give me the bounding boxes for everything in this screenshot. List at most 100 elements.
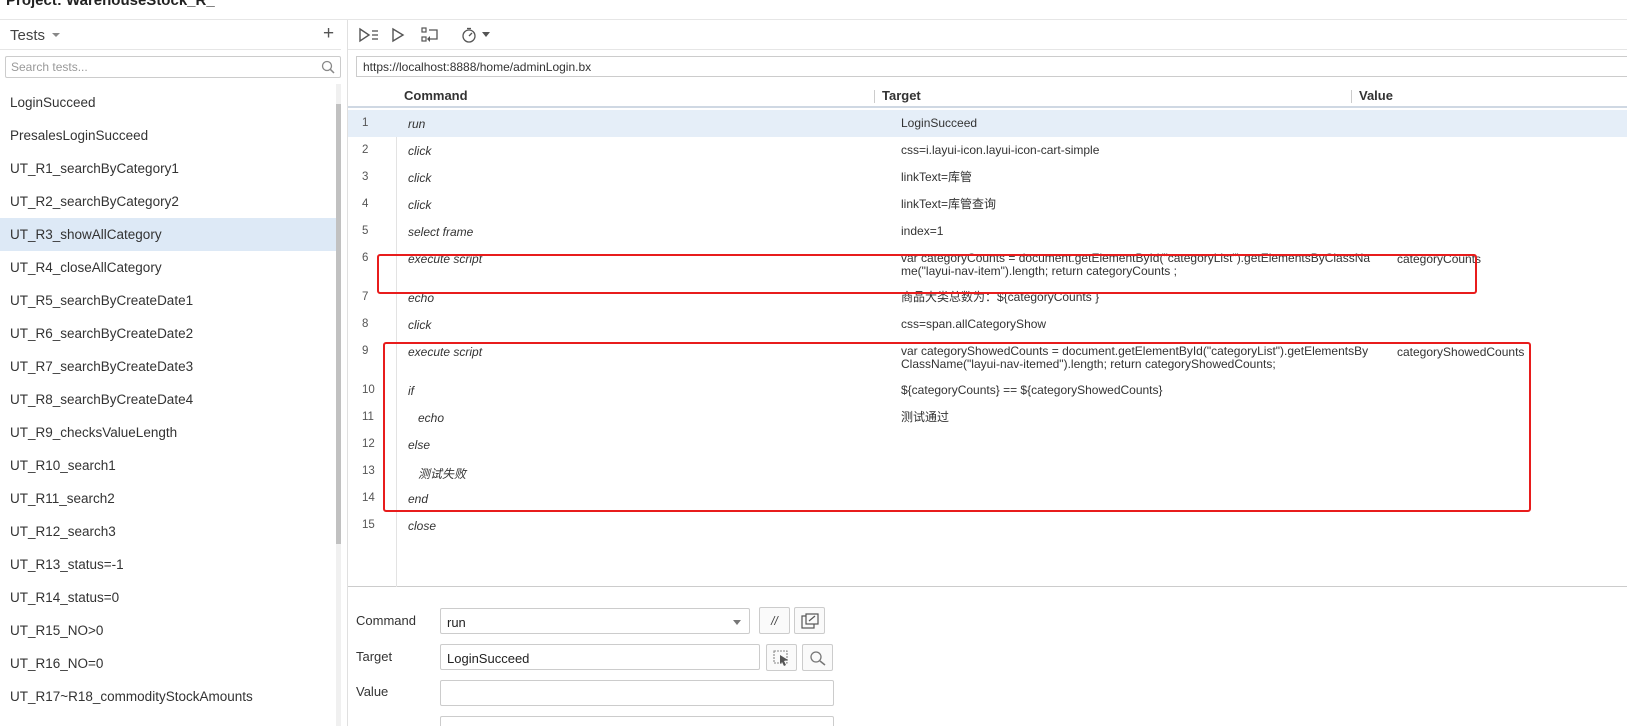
test-list-item[interactable]: LoginSucceed: [0, 86, 336, 119]
base-url-field[interactable]: https://localhost:8888/home/adminLogin.b…: [356, 56, 1627, 77]
run-current-test-icon[interactable]: [388, 26, 410, 44]
search-icon[interactable]: [321, 60, 335, 74]
test-list-item[interactable]: UT_R3_showAllCategory: [0, 218, 336, 251]
row-target: LoginSucceed: [901, 116, 978, 130]
plus-icon[interactable]: +: [323, 23, 334, 45]
table-row[interactable]: 3 click linkText=库管: [348, 164, 1627, 191]
tests-dropdown-label[interactable]: Tests: [10, 27, 45, 44]
main-panel: https://localhost:8888/home/adminLogin.b…: [347, 20, 1627, 726]
sidebar-scrollbar[interactable]: [336, 84, 341, 726]
search-input[interactable]: [6, 57, 296, 77]
test-list-item[interactable]: UT_R7_searchByCreateDate3: [0, 350, 336, 383]
sidebar-header: Tests +: [0, 20, 341, 50]
row-target: linkText=库管查询: [901, 197, 997, 211]
test-list-item[interactable]: UT_R4_closeAllCategory: [0, 251, 336, 284]
command-rows: 1 run LoginSucceed 2 click css=i.layui-icon.l…: [348, 110, 1627, 539]
test-list-item[interactable]: UT_R12_search3: [0, 515, 336, 548]
test-list-item[interactable]: UT_R13_status=-1: [0, 548, 336, 581]
row-number: 13: [362, 465, 375, 477]
target-input-value: LoginSucceed: [447, 651, 530, 666]
row-target: var categoryCounts = document.getElement…: [901, 251, 1371, 278]
command-label: Command: [356, 613, 416, 628]
test-list-item[interactable]: UT_R2_searchByCategory2: [0, 185, 336, 218]
row-target: var categoryShowedCounts = document.getE…: [901, 344, 1369, 371]
chevron-down-icon[interactable]: [733, 620, 741, 625]
table-row[interactable]: 1 run LoginSucceed: [348, 110, 1627, 137]
test-list-item[interactable]: UT_R16_NO=0: [0, 647, 336, 680]
row-command: click: [408, 171, 432, 185]
table-row[interactable]: 11 echo 测试通过: [348, 404, 1627, 431]
value-input[interactable]: [440, 680, 834, 706]
table-row[interactable]: 6 execute script var categoryCounts = docu…: [348, 245, 1627, 284]
run-all-tests-icon[interactable]: [358, 26, 380, 44]
row-number: 6: [362, 252, 369, 264]
column-divider[interactable]: [874, 90, 875, 103]
test-list-item[interactable]: UT_R6_searchByCreateDate2: [0, 317, 336, 350]
test-list-item[interactable]: UT_R11_search2: [0, 482, 336, 515]
find-target-button[interactable]: [802, 644, 833, 671]
test-list-item[interactable]: PresalesLoginSucceed: [0, 119, 336, 152]
search-icon: [810, 651, 826, 666]
column-header-value: Value: [1359, 88, 1393, 103]
row-command: echo: [418, 411, 445, 425]
row-command: click: [408, 198, 432, 212]
column-divider[interactable]: [1351, 90, 1352, 103]
base-url-text: https://localhost:8888/home/adminLogin.b…: [363, 60, 592, 74]
row-value: categoryCounts: [1397, 252, 1482, 266]
table-row[interactable]: 5 select frame index=1: [348, 218, 1627, 245]
row-number: 4: [362, 198, 369, 210]
speed-timer-icon[interactable]: [460, 26, 494, 44]
row-command: click: [408, 318, 432, 332]
table-row[interactable]: 15 close: [348, 512, 1627, 539]
step-over-icon[interactable]: [420, 26, 442, 44]
external-link-icon: [801, 613, 819, 629]
row-number: 2: [362, 144, 369, 156]
row-number: 1: [362, 117, 369, 129]
description-input[interactable]: [440, 716, 834, 726]
command-select[interactable]: run: [440, 608, 750, 634]
test-list-item[interactable]: UT_R8_searchByCreateDate4: [0, 383, 336, 416]
test-list-item[interactable]: UT_R5_searchByCreateDate1: [0, 284, 336, 317]
table-row[interactable]: 8 click css=span.allCategoryShow: [348, 311, 1627, 338]
comment-toggle-button[interactable]: //: [759, 607, 790, 634]
row-number: 8: [362, 318, 369, 330]
row-target: 测试通过: [901, 410, 950, 424]
row-number: 15: [362, 519, 375, 531]
table-row[interactable]: 12 else: [348, 431, 1627, 458]
target-input[interactable]: LoginSucceed: [440, 644, 760, 670]
chevron-down-icon[interactable]: [52, 33, 60, 37]
test-list-item[interactable]: UT_R9_checksValueLength: [0, 416, 336, 449]
row-number: 14: [362, 492, 375, 504]
value-label: Value: [356, 684, 389, 699]
row-command: execute script: [408, 252, 483, 266]
row-number: 12: [362, 438, 375, 450]
comment-label: //: [771, 614, 778, 628]
row-number: 3: [362, 171, 369, 183]
row-number: 10: [362, 384, 375, 396]
test-list-item[interactable]: UT_R14_status=0: [0, 581, 336, 614]
row-command: end: [408, 492, 429, 506]
select-target-button[interactable]: [766, 644, 797, 671]
test-list-item[interactable]: UT_R17~R18_commodityStockAmounts: [0, 680, 336, 713]
row-command: 测试失败: [418, 467, 467, 481]
test-list-item[interactable]: UT_R10_search1: [0, 449, 336, 482]
row-command: close: [408, 519, 437, 533]
row-command: else: [408, 438, 431, 452]
table-row[interactable]: 14 end: [348, 485, 1627, 512]
column-header-target: Target: [882, 88, 921, 103]
search-tests-box: [5, 56, 341, 78]
test-list-item[interactable]: UT_R15_NO>0: [0, 614, 336, 647]
scrollbar-thumb[interactable]: [336, 104, 341, 544]
open-reference-button[interactable]: [794, 607, 825, 634]
table-row[interactable]: 4 click linkText=库管查询: [348, 191, 1627, 218]
row-number: 5: [362, 225, 369, 237]
row-number: 7: [362, 291, 369, 303]
table-row[interactable]: 13 测试失败: [348, 458, 1627, 485]
table-row[interactable]: 2 click css=i.layui-icon.layui-icon-cart-s…: [348, 137, 1627, 164]
table-row[interactable]: 9 execute script var categoryShowedCounts …: [348, 338, 1627, 377]
test-list-item[interactable]: UT_R1_searchByCategory1: [0, 152, 336, 185]
command-select-value: run: [447, 615, 466, 630]
table-row[interactable]: 10 if ${categoryCounts} == ${categoryShowe…: [348, 377, 1627, 404]
project-title-bar: Project: WarehouseStock_R_: [0, 0, 1627, 20]
table-row[interactable]: 7 echo 商品大类总数为：${categoryCounts }: [348, 284, 1627, 311]
